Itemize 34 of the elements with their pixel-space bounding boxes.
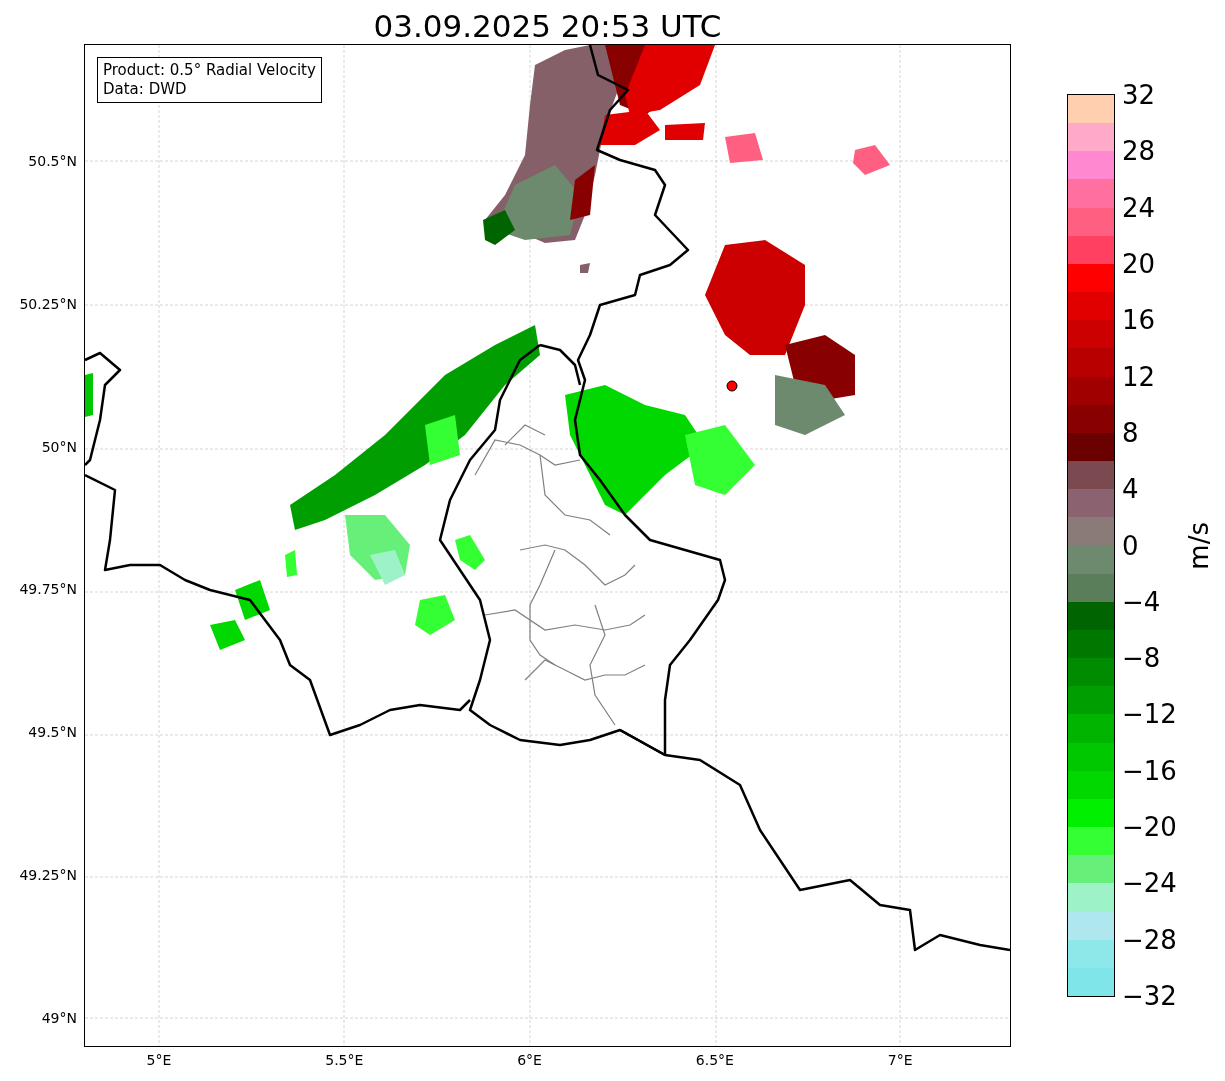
colorbar-tick-label: −8 — [1122, 643, 1161, 674]
radar-site-marker — [726, 380, 738, 392]
colorbar-tick-label: 24 — [1122, 192, 1156, 223]
colorbar-tick-label: −20 — [1122, 812, 1177, 843]
colorbar-tick-label: −32 — [1122, 981, 1177, 1011]
latitude-label: 49.75°N — [19, 581, 77, 598]
latitude-label: 49°N — [41, 1009, 77, 1026]
latitude-label: 50.25°N — [19, 295, 77, 312]
colorbar-tick-label: 4 — [1122, 474, 1139, 505]
colorbar-tick-label: 20 — [1122, 248, 1156, 279]
latitude-label: 50°N — [41, 438, 77, 455]
colorbar-tick-label: 28 — [1122, 136, 1156, 167]
colorbar-tick-label: 32 — [1122, 80, 1156, 110]
colorbar-tick-label: −28 — [1122, 924, 1177, 955]
colorbar-tick-label: −16 — [1122, 755, 1177, 786]
longitude-label: 5°E — [146, 1052, 172, 1068]
colorbar-tick-label: −24 — [1122, 868, 1177, 899]
colorbar-tick-label: −4 — [1122, 586, 1161, 617]
longitude-label: 6°E — [517, 1052, 542, 1068]
legend-text: Product: 0.5° Radial Velocity — [103, 61, 316, 80]
colorbar-tick-label: 8 — [1122, 417, 1139, 448]
colorbar-tick-label: 16 — [1122, 305, 1156, 336]
latitude-label: 50.5°N — [28, 153, 77, 169]
longitude-label: 5.5°E — [325, 1052, 364, 1068]
latitude-label: 49.5°N — [28, 724, 77, 741]
colorbar-tick-label: 12 — [1122, 361, 1156, 392]
plot-title: 03.09.2025 20:53 UTC — [372, 7, 723, 45]
colorbar-label: m/s — [1184, 521, 1214, 570]
longitude-label: 6.5°E — [695, 1052, 734, 1068]
legend-text: Data: DWD — [103, 80, 188, 99]
colorbar-tick-label: −12 — [1122, 699, 1177, 730]
colorbar-tick-label: 0 — [1122, 530, 1139, 561]
latitude-label: 49.25°N — [19, 867, 77, 883]
longitude-label: 7°E — [887, 1052, 913, 1068]
